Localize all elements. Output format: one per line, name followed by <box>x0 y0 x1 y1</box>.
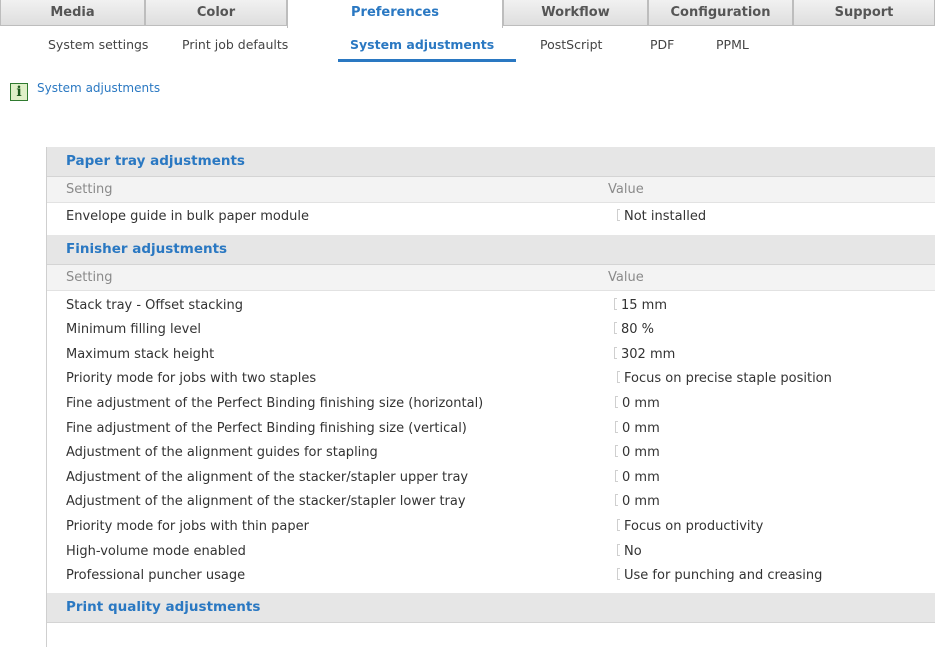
setting-value: 0 mm <box>615 441 660 466</box>
subtab-system-adjustments[interactable]: System adjustments <box>350 28 494 62</box>
setting-label: Envelope guide in bulk paper module <box>66 209 309 224</box>
table-row[interactable]: Fine adjustment of the Perfect Binding f… <box>47 392 935 417</box>
table-row[interactable]: Priority mode for jobs with thin paper F… <box>47 515 935 540</box>
setting-value: 0 mm <box>615 392 660 417</box>
setting-value: 15 mm <box>614 294 667 319</box>
table-row[interactable]: Envelope guide in bulk paper module Not … <box>47 205 935 230</box>
table-row[interactable]: Maximum stack height 302 mm <box>47 343 935 368</box>
value-marker <box>617 209 620 221</box>
subtab-postscript[interactable]: PostScript <box>540 28 602 62</box>
sub-tab-bar: System settings Print job defaults Syste… <box>0 28 935 62</box>
setting-label: High-volume mode enabled <box>66 543 246 559</box>
value-marker <box>615 420 618 433</box>
setting-value: 0 mm <box>615 490 660 515</box>
value-marker <box>615 469 618 482</box>
setting-label: Fine adjustment of the Perfect Binding f… <box>66 420 467 436</box>
tab-media[interactable]: Media <box>0 0 145 26</box>
setting-label: Priority mode for jobs with two staples <box>66 371 317 387</box>
setting-value: Not installed <box>617 205 706 230</box>
setting-label: Priority mode for jobs with thin paper <box>66 518 309 534</box>
setting-value: 302 mm <box>614 343 675 368</box>
column-header-value: Value <box>608 182 644 197</box>
column-header-setting: Setting <box>66 182 113 197</box>
setting-value: Focus on precise staple position <box>617 367 832 392</box>
setting-label: Fine adjustment of the Perfect Binding f… <box>66 395 484 411</box>
setting-label: Stack tray - Offset stacking <box>66 297 243 313</box>
setting-value: No <box>617 540 642 565</box>
column-headers: Setting Value <box>47 177 935 203</box>
value-marker <box>617 568 620 581</box>
setting-label: Minimum filling level <box>66 322 201 338</box>
section-header-paper-tray: Paper tray adjustments <box>47 147 935 177</box>
table-row[interactable]: Professional puncher usage Use for punch… <box>47 564 935 589</box>
adjustments-panel: Paper tray adjustments Setting Value Env… <box>46 147 935 647</box>
setting-label: Maximum stack height <box>66 346 215 362</box>
tab-color[interactable]: Color <box>145 0 287 26</box>
table-row[interactable]: Priority mode for jobs with two staples … <box>47 367 935 392</box>
value-marker <box>614 322 617 335</box>
value-marker <box>615 445 618 458</box>
table-row[interactable]: Adjustment of the alignment of the stack… <box>47 466 935 491</box>
value-marker <box>617 543 620 556</box>
setting-value: 0 mm <box>615 466 660 491</box>
table-row[interactable]: Minimum filling level 80 % <box>47 318 935 343</box>
active-subtab-indicator <box>338 59 516 62</box>
value-marker <box>615 494 618 507</box>
setting-label: Professional puncher usage <box>66 568 246 584</box>
info-link-system-adjustments[interactable]: System adjustments <box>37 81 160 95</box>
setting-value: 80 % <box>614 318 654 343</box>
setting-value: Use for punching and creasing <box>617 564 822 589</box>
tab-preferences[interactable]: Preferences <box>287 0 503 28</box>
setting-label: Adjustment of the alignment of the stack… <box>66 469 469 485</box>
tab-configuration[interactable]: Configuration <box>648 0 793 26</box>
column-header-value: Value <box>608 269 644 285</box>
setting-value: 0 mm <box>615 417 660 442</box>
column-headers: Setting Value <box>47 264 935 291</box>
info-icon: i <box>10 83 28 101</box>
tab-support[interactable]: Support <box>793 0 935 26</box>
setting-label: Adjustment of the alignment guides for s… <box>66 445 378 461</box>
value-marker <box>614 297 617 310</box>
section-header-print-quality: Print quality adjustments <box>47 592 935 623</box>
table-row[interactable]: Fine adjustment of the Perfect Binding f… <box>47 417 935 442</box>
main-tab-bar: Media Color Preferences Workflow Configu… <box>0 0 935 28</box>
table-row[interactable]: Stack tray - Offset stacking 15 mm <box>47 294 935 319</box>
subtab-system-settings[interactable]: System settings <box>48 28 148 62</box>
column-header-setting: Setting <box>66 269 113 285</box>
value-marker <box>617 371 620 384</box>
value-marker <box>617 518 620 531</box>
table-row[interactable]: High-volume mode enabled No <box>47 540 935 565</box>
value-marker <box>614 346 617 359</box>
tab-workflow[interactable]: Workflow <box>503 0 648 26</box>
table-row[interactable]: Adjustment of the alignment of the stack… <box>47 490 935 515</box>
value-marker <box>615 395 618 408</box>
setting-label: Adjustment of the alignment of the stack… <box>66 494 466 510</box>
table-row[interactable]: Adjustment of the alignment guides for s… <box>47 441 935 466</box>
section-header-finisher: Finisher adjustments <box>47 234 935 265</box>
subtab-print-job-defaults[interactable]: Print job defaults <box>182 28 288 62</box>
setting-value: Focus on productivity <box>617 515 763 540</box>
subtab-ppml[interactable]: PPML <box>716 28 749 62</box>
subtab-pdf[interactable]: PDF <box>650 28 674 62</box>
